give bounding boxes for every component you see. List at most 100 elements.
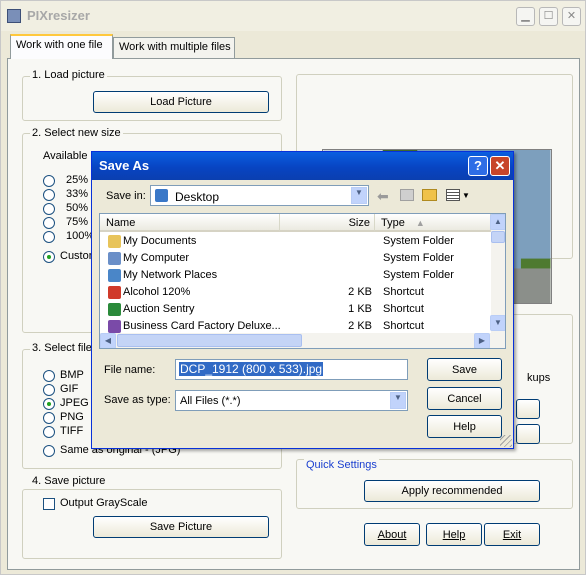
- file-type: System Folder: [383, 269, 454, 281]
- dialog-help-button[interactable]: Help: [427, 415, 502, 438]
- filename-input[interactable]: DCP_1912 (800 x 533).jpg: [175, 359, 408, 380]
- file-row[interactable]: My Network Places System Folder: [100, 267, 491, 284]
- scroll-right-icon[interactable]: ▶: [474, 333, 490, 348]
- tab-multiple-files[interactable]: Work with multiple files: [113, 37, 235, 58]
- back-icon[interactable]: ⬅: [377, 188, 389, 205]
- file-name: Auction Sentry: [123, 303, 195, 315]
- savetype-dropdown[interactable]: All Files (*.*) ▼: [175, 390, 408, 411]
- alcohol-icon: [108, 286, 121, 299]
- filename-value: DCP_1912 (800 x 533).jpg: [179, 362, 324, 376]
- column-type[interactable]: Type ▲: [375, 214, 491, 232]
- resize-grip-icon[interactable]: [500, 435, 512, 447]
- file-name: My Documents: [123, 235, 197, 247]
- tab-one-file[interactable]: Work with one file: [10, 34, 113, 59]
- right-button-2[interactable]: [516, 424, 540, 444]
- horizontal-scroll-thumb[interactable]: [117, 334, 302, 347]
- vertical-scroll-thumb[interactable]: [491, 231, 505, 243]
- save-picture-button[interactable]: Save Picture: [93, 516, 269, 538]
- radio-50[interactable]: [43, 203, 55, 215]
- grayscale-label: Output GrayScale: [60, 497, 148, 509]
- quick-settings-title: Quick Settings: [304, 459, 379, 471]
- column-size[interactable]: Size: [280, 214, 375, 232]
- minimize-button[interactable]: ▁: [516, 7, 535, 26]
- radio-jpeg[interactable]: [43, 398, 55, 410]
- file-type: Shortcut: [383, 286, 424, 298]
- load-picture-button[interactable]: Load Picture: [93, 91, 269, 113]
- help-icon[interactable]: ?: [468, 156, 488, 176]
- dialog-title-bar[interactable]: Save As ? ✕: [92, 152, 513, 180]
- filename-label: File name:: [104, 364, 156, 376]
- horizontal-scrollbar[interactable]: ◀ ▶: [100, 333, 491, 348]
- savetype-chevron-down-icon[interactable]: ▼: [390, 392, 406, 409]
- radio-png[interactable]: [43, 412, 55, 424]
- maximize-button[interactable]: ☐: [539, 7, 558, 26]
- file-row[interactable]: My Documents System Folder: [100, 233, 491, 250]
- file-row[interactable]: Alcohol 120% 2 KB Shortcut: [100, 284, 491, 301]
- help-button[interactable]: Help: [426, 523, 482, 546]
- radio-gif[interactable]: [43, 384, 55, 396]
- file-row[interactable]: My Computer System Folder: [100, 250, 491, 267]
- sort-asc-icon: ▲: [415, 218, 425, 228]
- up-folder-icon[interactable]: [400, 189, 414, 201]
- savetype-value: All Files (*.*): [180, 395, 241, 407]
- file-row[interactable]: Auction Sentry 1 KB Shortcut: [100, 301, 491, 318]
- radio-25[interactable]: [43, 175, 55, 187]
- file-size: 2 KB: [348, 320, 372, 332]
- load-picture-title: 1. Load picture: [30, 69, 107, 81]
- file-type: System Folder: [383, 252, 454, 264]
- radio-gif-label: GIF: [60, 383, 79, 395]
- scroll-left-icon[interactable]: ◀: [100, 333, 116, 348]
- radio-bmp[interactable]: [43, 370, 55, 382]
- save-as-dialog: Save As ? ✕ Save in: Desktop ▼ ⬅ ▼ Name …: [91, 151, 514, 449]
- vertical-scrollbar[interactable]: ▲ ▼: [490, 214, 505, 348]
- radio-75[interactable]: [43, 217, 55, 229]
- card-icon: [108, 320, 121, 333]
- exit-button[interactable]: Exit: [484, 523, 540, 546]
- dialog-close-icon[interactable]: ✕: [490, 156, 510, 176]
- grayscale-checkbox[interactable]: [43, 498, 55, 510]
- file-size: 1 KB: [348, 303, 372, 315]
- scroll-down-icon[interactable]: ▼: [490, 315, 505, 331]
- radio-bmp-label: BMP: [60, 369, 84, 381]
- main-title-bar[interactable]: PIXresizer ▁ ☐ ✕: [1, 1, 585, 31]
- backups-label-fragment: kups: [527, 372, 551, 384]
- new-folder-icon[interactable]: [422, 189, 437, 201]
- radio-tiff[interactable]: [43, 426, 55, 438]
- radio-tiff-label: TIFF: [60, 425, 84, 437]
- auction-icon: [108, 303, 121, 316]
- chevron-down-icon[interactable]: ▼: [351, 187, 367, 204]
- scroll-up-icon[interactable]: ▲: [490, 214, 505, 230]
- column-type-label: Type: [381, 217, 405, 229]
- size-title: 2. Select new size: [30, 127, 123, 139]
- savetype-label: Save as type:: [104, 394, 171, 406]
- save-title: 4. Save picture: [30, 475, 108, 487]
- save-in-dropdown[interactable]: Desktop ▼: [150, 185, 369, 206]
- file-name: My Computer: [123, 252, 190, 264]
- about-button[interactable]: About: [364, 523, 420, 546]
- radio-100-label: 100%: [66, 230, 95, 242]
- view-menu-icon[interactable]: [446, 189, 460, 201]
- dialog-cancel-button[interactable]: Cancel: [427, 387, 502, 410]
- dialog-save-button[interactable]: Save: [427, 358, 502, 381]
- file-name: My Network Places: [123, 269, 218, 281]
- radio-33[interactable]: [43, 189, 55, 201]
- file-type: System Folder: [383, 235, 454, 247]
- radio-25-label: 25%: [66, 174, 89, 186]
- radio-same-as-original[interactable]: [43, 445, 55, 457]
- column-name[interactable]: Name: [100, 214, 280, 232]
- radio-100[interactable]: [43, 231, 55, 243]
- right-button-1[interactable]: [516, 399, 540, 419]
- file-size: 2 KB: [348, 286, 372, 298]
- file-name: Alcohol 120%: [123, 286, 191, 298]
- radio-jpeg-label: JPEG: [60, 397, 89, 409]
- file-list: Name Size Type ▲ My Documents System Fold…: [99, 213, 506, 349]
- radio-png-label: PNG: [60, 411, 84, 423]
- file-type: Shortcut: [383, 320, 424, 332]
- view-chevron-icon[interactable]: ▼: [462, 191, 470, 200]
- close-button[interactable]: ✕: [562, 7, 581, 26]
- computer-icon: [108, 252, 121, 265]
- save-in-label: Save in:: [106, 190, 146, 202]
- apply-recommended-button[interactable]: Apply recommended: [364, 480, 540, 502]
- radio-custom[interactable]: [43, 251, 55, 263]
- app-title: PIXresizer: [27, 8, 90, 23]
